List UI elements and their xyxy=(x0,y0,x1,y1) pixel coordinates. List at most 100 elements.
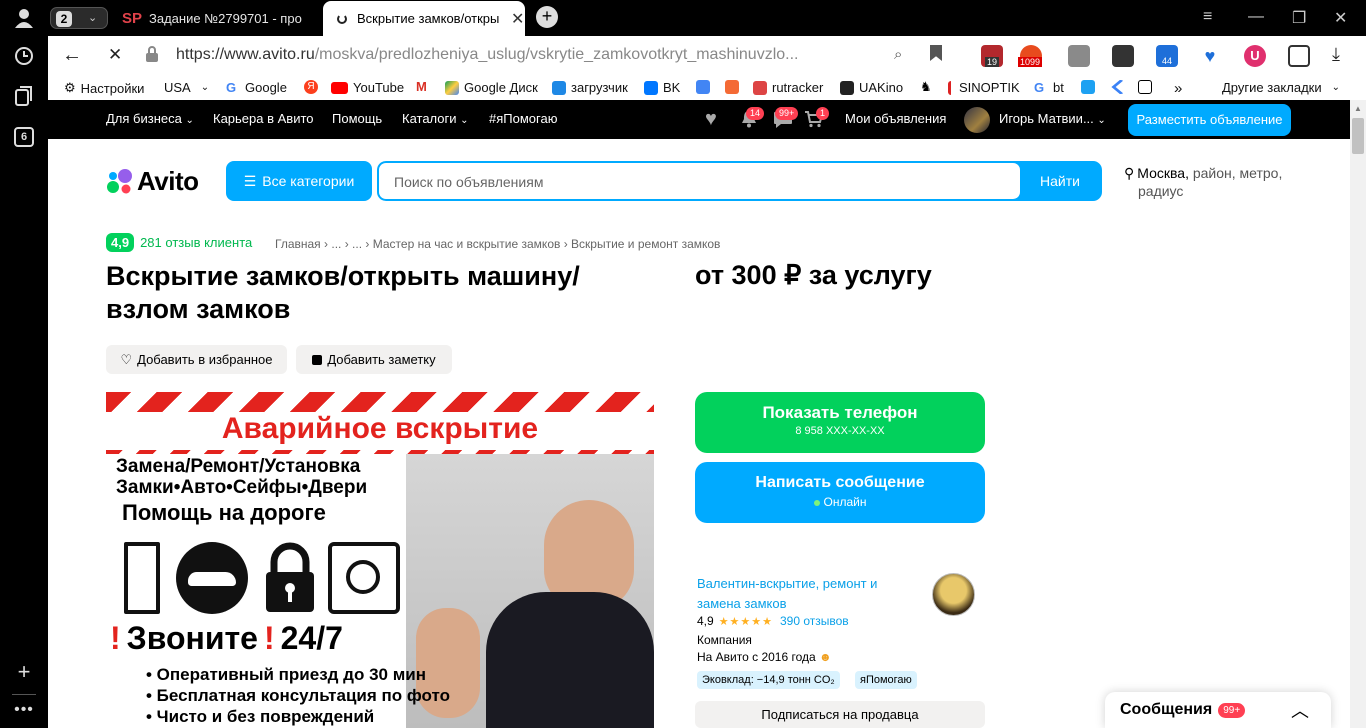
reviews-link[interactable]: 281 отзыв клиента xyxy=(140,235,252,250)
breadcrumb-lock-repair[interactable]: Вскрытие и ремонт замков xyxy=(571,237,720,251)
bookmark-rutracker[interactable]: rutracker xyxy=(753,80,823,95)
chevron-down-icon: ⌄ xyxy=(88,12,98,24)
nav-help[interactable]: Помощь xyxy=(332,111,382,126)
ext-arrow-icon[interactable] xyxy=(1112,45,1134,67)
bookmark-uakino[interactable]: UAKino xyxy=(840,80,903,95)
nav-catalogs[interactable]: Каталоги ⌄ xyxy=(402,111,469,126)
profile-icon[interactable] xyxy=(12,6,36,30)
seller-type: Компания xyxy=(697,633,752,647)
tab-1-label: Задание №2799701 - про xyxy=(149,10,302,26)
avito-logo[interactable]: Avito xyxy=(106,166,199,197)
download-icon[interactable]: ⤓ xyxy=(1332,44,1340,65)
location-rest: район, метро, xyxy=(1192,165,1283,181)
close-tab-icon[interactable]: ✕ xyxy=(511,9,524,29)
bookmark-usa[interactable]: USA ⌄ xyxy=(164,80,209,95)
bookmark-f[interactable] xyxy=(725,80,744,94)
show-phone-button[interactable]: Показать телефон 8 958 XXX-XX-XX xyxy=(695,392,985,453)
bookmark-vk[interactable]: BK xyxy=(644,80,680,95)
favorites-heart-icon[interactable]: ♥ xyxy=(705,109,717,129)
search-input[interactable]: Поиск по объявлениям xyxy=(379,163,1020,199)
bookmark-icon[interactable] xyxy=(930,45,942,61)
heart-outline-icon: ♡ xyxy=(120,351,133,367)
bookmark-other[interactable]: Другие закладки ⌄ xyxy=(1222,80,1340,95)
stop-loading-icon[interactable]: ✕ xyxy=(108,45,122,65)
more-icon[interactable]: ••• xyxy=(12,698,36,722)
bookmark-settings[interactable]: ⚙ Настройки xyxy=(64,80,144,96)
bookmark-youtube[interactable]: YouTube xyxy=(331,80,404,95)
bookmark-bc[interactable] xyxy=(1138,80,1157,94)
bookmark-google[interactable]: G Google xyxy=(226,80,287,95)
scroll-up-icon[interactable]: ▲ xyxy=(1354,104,1362,113)
ext-badge-19[interactable]: 19 xyxy=(981,45,1003,67)
bookmark-bt[interactable]: Gbt xyxy=(1034,80,1064,95)
add-favorite-button[interactable]: ♡ Добавить в избранное xyxy=(106,345,287,374)
tab-1[interactable]: SP Задание №2799701 - про xyxy=(122,4,322,32)
add-note-button[interactable]: Добавить заметку xyxy=(296,345,452,374)
breadcrumb-home[interactable]: Главная xyxy=(275,237,321,251)
chevron-down-icon: ⌄ xyxy=(460,115,469,126)
minimize-icon[interactable]: — xyxy=(1248,8,1264,26)
bookmark-translate[interactable] xyxy=(696,80,715,94)
user-avatar[interactable] xyxy=(964,107,990,133)
url-domain: https://www.avito.ru xyxy=(176,46,315,63)
user-menu[interactable]: Игорь Матвии... ⌄ xyxy=(999,111,1106,126)
post-ad-button[interactable]: Разместить объявление xyxy=(1128,104,1291,136)
breadcrumb-ellipsis-2[interactable]: ... xyxy=(352,237,362,251)
page-scrollbar[interactable]: ▲ xyxy=(1350,100,1366,728)
bookmark-chevron-app[interactable] xyxy=(1110,80,1129,94)
seller-rating-row: 4,9 ★★★★★ 390 отзывов xyxy=(697,614,849,628)
nav-help-tag[interactable]: #яПомогаю xyxy=(489,111,557,126)
seller-reviews-link[interactable]: 390 отзывов xyxy=(780,614,849,628)
url-field[interactable]: https://www.avito.ru/moskva/predlozheniy… xyxy=(176,46,798,64)
nav-career[interactable]: Карьера в Авито xyxy=(213,111,314,126)
ext-puzzle-icon[interactable] xyxy=(1288,45,1310,67)
restore-icon[interactable]: ❐ xyxy=(1292,8,1306,28)
seller-avatar[interactable] xyxy=(932,573,975,616)
ext-briefcase-icon[interactable] xyxy=(1068,45,1090,67)
bookmark-p[interactable] xyxy=(1081,80,1100,94)
tab-counter[interactable]: 2 ⌄ xyxy=(50,7,108,29)
subscribe-seller-button[interactable]: Подписаться на продавца xyxy=(695,701,985,728)
close-window-icon[interactable]: ✕ xyxy=(1334,8,1347,28)
breadcrumb-handyman[interactable]: Мастер на час и вскрытие замков xyxy=(373,237,561,251)
location-selector[interactable]: ⚲ Москва, район, метро, радиус xyxy=(1124,164,1282,200)
bookmarks-overflow-icon[interactable]: » xyxy=(1174,80,1182,97)
ext-badge-1099[interactable]: 1099 xyxy=(1018,45,1043,67)
bookmark-chess[interactable]: ♞ xyxy=(920,80,939,94)
write-message-button[interactable]: Написать сообщение Онлайн xyxy=(695,462,985,523)
lock-icon[interactable] xyxy=(145,46,161,64)
eco-badge[interactable]: Эковклад: −14,9 тонн CO₂ xyxy=(697,671,840,689)
ext-u-shield-icon[interactable]: U xyxy=(1244,45,1266,67)
messenger-widget[interactable]: Сообщения 99+ ︿ xyxy=(1105,692,1331,728)
all-categories-button[interactable]: ☰ Все категории xyxy=(226,161,372,201)
seller-name[interactable]: Валентин-вскрытие, ремонт и замена замко… xyxy=(697,574,877,614)
ext-heart-icon[interactable]: ♥ xyxy=(1199,45,1221,67)
back-icon[interactable]: ← xyxy=(62,44,82,67)
bookmark-google-drive[interactable]: Google Диск xyxy=(445,80,538,95)
bookmark-yandex[interactable]: Я xyxy=(304,80,323,94)
chevron-up-icon[interactable]: ︿ xyxy=(1291,697,1309,723)
scrollbar-thumb[interactable] xyxy=(1352,118,1364,154)
side-badge-icon[interactable]: 6 xyxy=(12,125,36,149)
new-tab-button[interactable]: + xyxy=(536,6,558,28)
photo-services: Замена/Ремонт/Установка Замки•Авто•Сейфы… xyxy=(116,456,368,498)
bookmark-gmail[interactable]: M xyxy=(416,80,435,94)
bookmark-sinoptik[interactable]: SINOPTIK xyxy=(948,80,1020,95)
ext-badge-44[interactable]: 44 xyxy=(1156,45,1178,67)
history-icon[interactable] xyxy=(12,44,36,68)
nav-for-business[interactable]: Для бизнеса ⌄ xyxy=(106,111,194,126)
search-voice-icon[interactable]: ⌕ xyxy=(894,46,902,63)
browser-side-panel: 6 + ••• xyxy=(0,0,48,728)
listing-photo[interactable]: Аварийное вскрытие Замена/Ремонт/Установ… xyxy=(106,392,654,728)
tab-2-active[interactable]: Вскрытие замков/откры ✕ xyxy=(323,1,525,36)
bookmark-loader[interactable]: загрузчик xyxy=(552,80,628,95)
cart-badge: 1 xyxy=(816,107,830,120)
collections-icon[interactable] xyxy=(12,84,36,108)
help-tag-badge[interactable]: яПомогаю xyxy=(855,671,917,689)
menu-icon[interactable]: ≡ xyxy=(1203,8,1212,26)
search-button[interactable]: Найти xyxy=(1020,163,1100,199)
add-panel-icon[interactable]: + xyxy=(12,659,36,684)
breadcrumb-ellipsis-1[interactable]: ... xyxy=(331,237,341,251)
f-icon xyxy=(725,80,739,94)
nav-my-ads[interactable]: Мои объявления xyxy=(845,111,946,126)
